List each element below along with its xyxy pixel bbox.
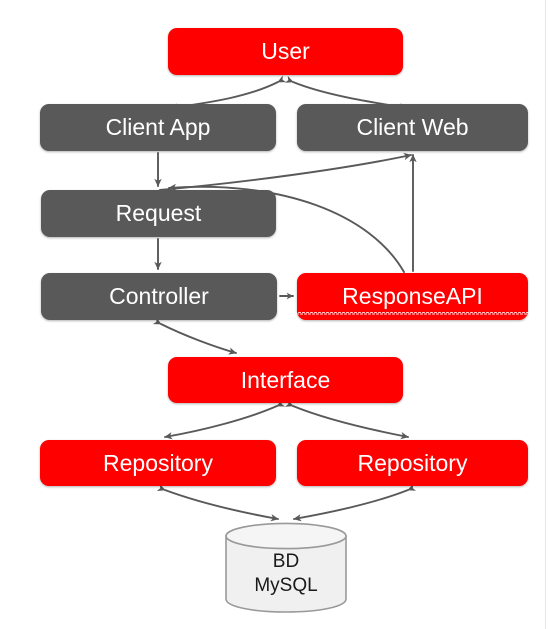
- node-repository-right[interactable]: Repository: [297, 440, 528, 486]
- database-cylinder-icon: [225, 522, 347, 613]
- node-repository-left-label: Repository: [103, 449, 213, 476]
- node-client-web-label: Client Web: [356, 114, 469, 141]
- node-repository-left[interactable]: Repository: [40, 440, 276, 486]
- node-database[interactable]: BD MySQL: [225, 522, 347, 613]
- node-user[interactable]: User: [168, 28, 403, 75]
- node-controller-label: Controller: [109, 283, 209, 310]
- node-request-label: Request: [115, 200, 202, 227]
- diagram-canvas: User Client App Client Web Request Contr…: [0, 0, 548, 629]
- edge-controller-interface: [152, 317, 237, 355]
- node-user-label: User: [261, 38, 310, 65]
- node-repository-right-label: Repository: [357, 449, 468, 476]
- node-interface-label: Interface: [240, 366, 331, 393]
- edge-interface-repository-right: [284, 399, 409, 440]
- node-client-web[interactable]: Client Web: [297, 104, 528, 151]
- node-response-api-label: ResponseAPI: [282, 283, 543, 316]
- edge-repository-right-database: [293, 483, 417, 522]
- node-interface[interactable]: Interface: [168, 357, 403, 403]
- node-client-app[interactable]: Client App: [40, 104, 276, 151]
- node-client-app-label: Client App: [105, 114, 211, 141]
- node-controller[interactable]: Controller: [41, 273, 277, 320]
- node-response-api[interactable]: ResponseAPI: [282, 273, 543, 320]
- edge-interface-repository-left: [164, 399, 286, 440]
- node-request[interactable]: Request: [41, 190, 276, 237]
- edge-repository-left-database: [156, 484, 279, 522]
- edge-request-client-web: [159, 152, 412, 191]
